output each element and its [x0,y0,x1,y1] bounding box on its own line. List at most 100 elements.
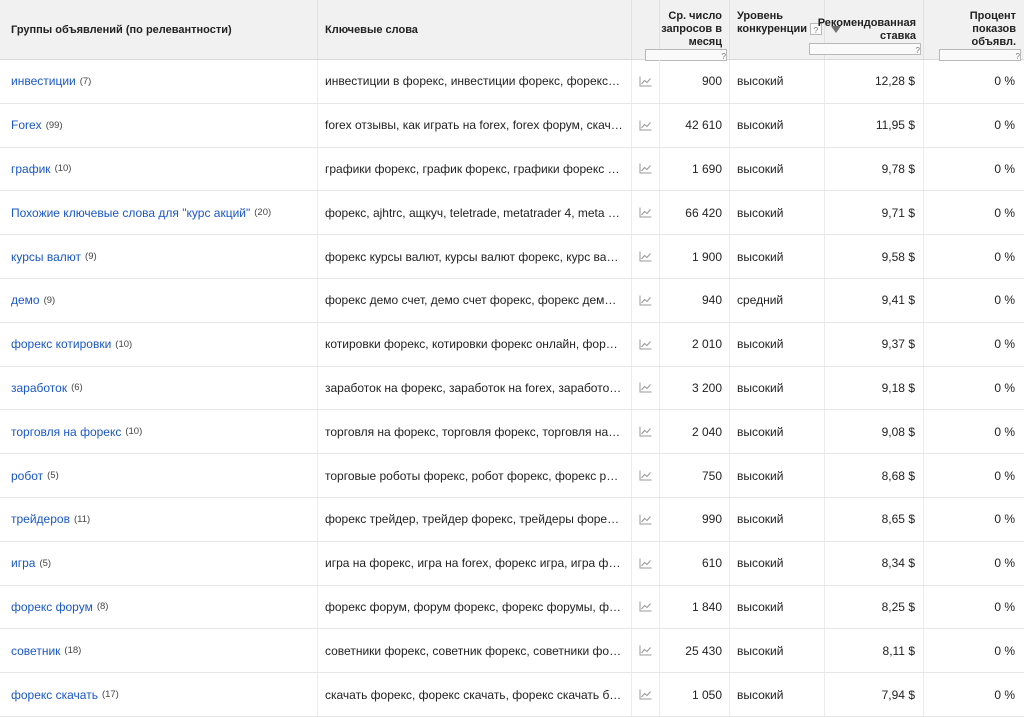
ad-group-cell: форекс котировки (10) [0,322,318,366]
impression-share-value: 0 % [994,643,1015,658]
competition-cell: высокий [730,191,825,235]
ad-group-link[interactable]: инвестиции [11,74,76,88]
keywords-cell: советники форекс, советник форекс, совет… [318,629,632,673]
competition-value: высокий [737,249,784,264]
impression-share-cell: 0 % [924,367,1024,410]
trend-cell [632,673,660,716]
table-row: курсы валют (9) форекс курсы валют, курсы… [0,235,1024,279]
keywords-cell: инвестиции в форекс, инвестиции форекс, … [318,60,632,103]
ad-group-link[interactable]: график [11,162,51,176]
trend-cell [632,366,660,410]
competition-value: высокий [737,512,784,527]
keywords-text: форекс курсы валют, курсы валют форекс, … [325,249,623,264]
ad-group-link[interactable]: советник [11,644,60,658]
trend-chart-icon[interactable] [639,645,652,656]
keywords-text: forex отзывы, как играть на forex, forex… [325,118,623,133]
trend-chart-icon[interactable] [639,295,652,306]
trend-chart-icon[interactable] [639,120,652,131]
help-icon[interactable]: ? [809,43,921,55]
ad-group-link[interactable]: игра [11,556,35,570]
competition-value: высокий [737,337,784,352]
keywords-text: советники форекс, советник форекс, совет… [325,643,623,658]
competition-value: высокий [737,643,784,658]
trend-chart-icon[interactable] [639,558,652,569]
table-row: график (10) графики форекс, график форекс… [0,147,1024,192]
header-avg-searches[interactable]: Ср. число запросов в месяц? [645,0,730,61]
trend-chart-icon[interactable] [639,426,652,437]
suggested-bid-value: 9,41 $ [881,293,915,308]
competition-value: высокий [737,205,784,220]
keyword-count: (17) [101,689,119,701]
trend-chart-icon[interactable] [639,689,652,700]
ad-group-link[interactable]: форекс котировки [11,337,111,351]
suggested-bid-value: 9,37 $ [881,337,915,352]
keywords-cell: торговые роботы форекс, робот форекс, фо… [318,454,632,497]
competition-cell: высокий [730,454,825,497]
trend-chart-icon[interactable] [639,339,652,350]
keywords-cell: forex отзывы, как играть на forex, forex… [318,103,632,147]
competition-value: средний [737,293,784,308]
ad-group-link[interactable]: курсы валют [11,250,81,264]
competition-value: высокий [737,424,784,439]
ad-group-link[interactable]: демо [11,293,40,307]
trend-chart-icon[interactable] [639,163,652,174]
trend-cell [632,322,660,366]
keyword-count: (9) [43,294,56,306]
header-suggested-bid[interactable]: Рекомендованная ставка? [809,0,924,59]
keywords-cell: котировки форекс, котировки форекс онлай… [318,322,632,366]
competition-value: высокий [737,118,784,133]
impression-share-cell: 0 % [924,542,1024,585]
ad-group-link[interactable]: заработок [11,381,67,395]
impression-share-cell: 0 % [924,629,1024,672]
competition-value: высокий [737,380,784,395]
competition-value: высокий [737,599,784,614]
avg-searches-value: 1 900 [691,249,722,264]
keywords-cell: форекс, ajhtrc, ащкуч, teletrade, metatr… [318,191,632,235]
suggested-bid-cell: 9,71 $ [825,191,924,235]
header-ad-group[interactable]: Группы объявлений (по релевантности) [0,0,318,59]
suggested-bid-value: 9,08 $ [881,424,915,439]
trend-cell [632,235,660,278]
trend-cell [632,410,660,454]
impression-share-cell: 0 % [924,104,1024,147]
keywords-text: инвестиции в форекс, инвестиции форекс, … [325,74,623,89]
ad-group-link[interactable]: робот [11,469,43,483]
keywords-text: торговые роботы форекс, робот форекс, фо… [325,468,623,483]
trend-chart-icon[interactable] [639,601,652,612]
trend-cell [632,541,660,585]
keywords-text: игра на форекс, игра на forex, форекс иг… [325,556,623,571]
ad-group-cell: игра (5) [0,541,318,585]
competition-cell: высокий [730,585,825,629]
keywords-cell: форекс курсы валют, курсы валют форекс, … [318,235,632,278]
keyword-count: (7) [79,75,92,87]
avg-searches-value: 25 430 [685,643,722,658]
trend-chart-icon[interactable] [639,207,652,218]
avg-searches-cell: 1 900 [660,235,730,278]
impression-share-value: 0 % [994,293,1015,308]
trend-chart-icon[interactable] [639,514,652,525]
keyword-count: (10) [54,163,72,175]
header-avg-searches-label: Ср. число запросов в месяц? [642,10,727,62]
trend-chart-icon[interactable] [639,382,652,393]
competition-cell: высокий [730,541,825,585]
suggested-bid-value: 9,71 $ [881,205,915,220]
avg-searches-value: 610 [701,556,722,571]
header-keywords: Ключевые слова [318,0,632,59]
ad-group-link[interactable]: торговля на форекс [11,425,121,439]
keywords-text: заработок на форекс, заработок на forex,… [325,380,623,395]
ad-group-link[interactable]: Похожие ключевые слова для "курс акций" [11,206,250,220]
trend-chart-icon[interactable] [639,470,652,481]
avg-searches-value: 66 420 [685,205,722,220]
header-impression-share[interactable]: Процент показов объявл.? [924,0,1024,61]
ad-group-link[interactable]: форекс форум [11,600,93,614]
trend-chart-icon[interactable] [639,251,652,262]
ad-group-link[interactable]: Forex [11,118,42,132]
avg-searches-cell: 2 040 [660,410,730,454]
trend-chart-icon[interactable] [639,76,652,87]
ad-group-cell: курсы валют (9) [0,235,318,278]
keyword-count: (10) [115,338,133,350]
competition-cell: высокий [730,410,825,454]
ad-group-link[interactable]: форекс скачать [11,688,98,702]
suggested-bid-cell: 12,28 $ [825,60,924,103]
ad-group-link[interactable]: трейдеров [11,512,70,526]
